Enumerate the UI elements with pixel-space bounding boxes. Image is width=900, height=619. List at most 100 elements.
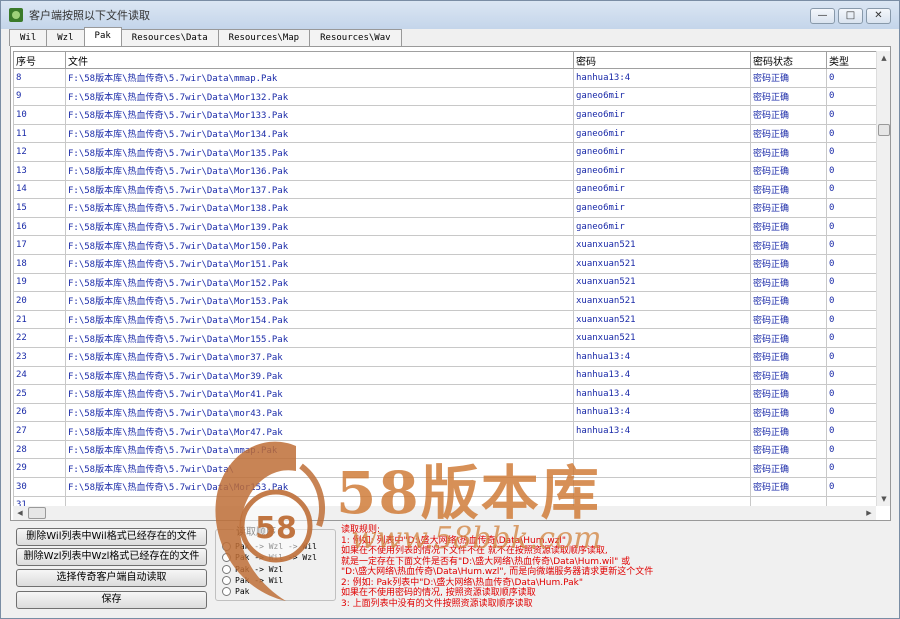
cell-password: hanhua13:4 — [573, 402, 751, 423]
scroll-left-icon[interactable]: ◀ — [13, 506, 27, 520]
table-row[interactable]: 10 F:\58版本库\热血传奇\5.7wir\Data\Mor133.Pak ga… — [13, 105, 876, 125]
cell-password-status: 密码正确 — [750, 365, 827, 386]
hscroll-thumb[interactable] — [28, 507, 46, 519]
tab-pak[interactable]: Pak — [83, 27, 122, 46]
cell-index: 12 — [13, 142, 66, 162]
table-row[interactable]: 9 F:\58版本库\热血传奇\5.7wir\Data\Mor132.Pak gan… — [13, 86, 876, 107]
table-row[interactable]: 21 F:\58版本库\热血传奇\5.7wir\Data\Mor154.Pak xu… — [13, 309, 876, 330]
cell-password-status: 密码正确 — [750, 235, 827, 255]
cell-index: 11 — [13, 123, 66, 144]
table-row[interactable]: 26 F:\58版本库\热血传奇\5.7wir\Data\mor43.Pak han… — [13, 402, 876, 423]
cell-index: 21 — [13, 309, 66, 330]
table-row[interactable]: 31 — [13, 495, 876, 506]
cell-type: 0 — [826, 421, 876, 441]
table-row[interactable]: 11 F:\58版本库\热血传奇\5.7wir\Data\Mor134.Pak ga… — [13, 123, 876, 144]
radio-icon[interactable] — [222, 542, 231, 551]
cell-password — [573, 477, 751, 497]
radio-order-pak-wil[interactable]: Pak -> Wil — [222, 576, 283, 585]
cell-password-status — [750, 495, 827, 506]
scroll-up-icon[interactable]: ▲ — [877, 51, 891, 65]
tab-wil[interactable]: Wil — [9, 29, 48, 46]
radio-icon[interactable] — [222, 565, 231, 574]
scroll-right-icon[interactable]: ▶ — [862, 506, 876, 520]
table-row[interactable]: 16 F:\58版本库\热血传奇\5.7wir\Data\Mor139.Pak ga… — [13, 216, 876, 237]
table-row[interactable]: 13 F:\58版本库\热血传奇\5.7wir\Data\Mor136.Pak ga… — [13, 160, 876, 181]
cell-type: 0 — [826, 198, 876, 218]
minimize-button[interactable]: — — [810, 8, 835, 24]
scroll-thumb[interactable] — [878, 124, 890, 136]
tab-resources-wav[interactable]: Resources\Wav — [309, 29, 402, 46]
radio-order-pak[interactable]: Pak — [222, 587, 249, 596]
cell-file: F:\58版本库\热血传奇\5.7wir\Data\mor37.Pak — [65, 346, 574, 367]
cell-type: 0 — [826, 328, 876, 348]
cell-file: F:\58版本库\热血传奇\5.7wir\Data\Mor153.Pak — [65, 291, 574, 311]
cell-index: 25 — [13, 384, 66, 404]
header-file[interactable]: 文件 — [65, 51, 574, 69]
table-row[interactable]: 12 F:\58版本库\热血传奇\5.7wir\Data\Mor135.Pak ga… — [13, 142, 876, 162]
table-row[interactable]: 27 F:\58版本库\热血传奇\5.7wir\Data\Mor47.Pak han… — [13, 421, 876, 441]
tab-wzl[interactable]: Wzl — [46, 29, 85, 46]
cell-type: 0 — [826, 253, 876, 274]
table-row[interactable]: 15 F:\58版本库\热血传奇\5.7wir\Data\Mor138.Pak ga… — [13, 198, 876, 218]
cell-type: 0 — [826, 68, 876, 88]
cell-file: F:\58版本库\热血传奇\5.7wir\Data\Mor139.Pak — [65, 216, 574, 237]
table-row[interactable]: 14 F:\58版本库\热血传奇\5.7wir\Data\Mor137.Pak ga… — [13, 179, 876, 200]
cell-password-status: 密码正确 — [750, 402, 827, 423]
title-bar: 客户端按照以下文件读取 — □ ✕ — [1, 1, 899, 29]
table-row[interactable]: 18 F:\58版本库\热血传奇\5.7wir\Data\Mor151.Pak xu… — [13, 253, 876, 274]
close-button[interactable]: ✕ — [866, 8, 891, 24]
radio-order-pak-wzl-wil[interactable]: Pak -> Wzl -> Wil — [222, 542, 317, 551]
table-row[interactable]: 25 F:\58版本库\热血传奇\5.7wir\Data\Mor41.Pak han… — [13, 384, 876, 404]
select-client-button[interactable]: 选择传奇客户端自动读取 — [16, 569, 207, 587]
cell-index: 19 — [13, 272, 66, 293]
table-row[interactable]: 23 F:\58版本库\热血传奇\5.7wir\Data\mor37.Pak han… — [13, 346, 876, 367]
delete-wil-button[interactable]: 删除Wil列表中Wil格式已经存在的文件 — [16, 528, 207, 546]
horizontal-scrollbar[interactable]: ◀ ▶ — [13, 506, 876, 520]
table-row[interactable]: 20 F:\58版本库\热血传奇\5.7wir\Data\Mor153.Pak xu… — [13, 291, 876, 311]
vertical-scrollbar[interactable]: ▲ ▼ — [876, 51, 890, 506]
tab-resources-map[interactable]: Resources\Map — [217, 29, 311, 46]
maximize-button[interactable]: □ — [838, 8, 863, 24]
header-index[interactable]: 序号 — [13, 51, 66, 69]
cell-index: 13 — [13, 160, 66, 181]
file-table[interactable]: 序号 文件 密码 密码状态 类型 8 F:\58版本库\热血传奇\5.7wir\D… — [13, 51, 876, 506]
table-row[interactable]: 19 F:\58版本库\热血传奇\5.7wir\Data\Mor152.Pak xu… — [13, 272, 876, 293]
header-password[interactable]: 密码 — [573, 51, 751, 69]
save-button[interactable]: 保存 — [16, 591, 207, 609]
header-password-status[interactable]: 密码状态 — [750, 51, 827, 69]
table-row[interactable]: 29 F:\58版本库\热血传奇\5.7wir\Data\ 密码正确 0 — [13, 458, 876, 479]
cell-index: 30 — [13, 477, 66, 497]
radio-icon[interactable] — [222, 576, 231, 585]
cell-password-status: 密码正确 — [750, 179, 827, 200]
cell-password-status: 密码正确 — [750, 439, 827, 460]
cell-password: hanhua13:4 — [573, 421, 751, 441]
radio-icon[interactable] — [222, 587, 231, 596]
cell-file: F:\58版本库\热血传奇\5.7wir\Data\Mor152.Pak — [65, 272, 574, 293]
delete-wzl-button[interactable]: 删除Wzl列表中Wzl格式已经存在的文件 — [16, 548, 207, 566]
read-rules-notes: 读取规则: 1: 例如: 列表中"D:\盛大网络\热血传奇\Data\Hum.w… — [341, 525, 821, 609]
cell-password-status: 密码正确 — [750, 328, 827, 348]
cell-type: 0 — [826, 384, 876, 404]
table-row[interactable]: 28 F:\58版本库\热血传奇\5.7wir\Data\mmap.Pak 密码正确… — [13, 439, 876, 460]
cell-index: 17 — [13, 235, 66, 255]
cell-file: F:\58版本库\热血传奇\5.7wir\Data\Mor132.Pak — [65, 86, 574, 107]
cell-index: 24 — [13, 365, 66, 386]
file-type-tabs: Wil Wzl Pak Resources\Data Resources\Map… — [9, 27, 402, 46]
scroll-down-icon[interactable]: ▼ — [877, 492, 891, 506]
table-row[interactable]: 30 F:\58版本库\热血传奇\5.7wir\Data\Mor153.Pak 密码… — [13, 477, 876, 497]
cell-type: 0 — [826, 123, 876, 144]
tab-resources-data[interactable]: Resources\Data — [120, 29, 219, 46]
header-type[interactable]: 类型 — [826, 51, 876, 69]
radio-icon[interactable] — [222, 553, 231, 562]
cell-password-status: 密码正确 — [750, 86, 827, 107]
table-row[interactable]: 8 F:\58版本库\热血传奇\5.7wir\Data\mmap.Pak hanhu… — [13, 68, 876, 88]
tab-panel: 序号 文件 密码 密码状态 类型 8 F:\58版本库\热血传奇\5.7wir\D… — [10, 46, 891, 521]
table-row[interactable]: 22 F:\58版本库\热血传奇\5.7wir\Data\Mor155.Pak xu… — [13, 328, 876, 348]
radio-order-pak-wzl[interactable]: Pak -> Wzl — [222, 565, 283, 574]
table-row[interactable]: 17 F:\58版本库\热血传奇\5.7wir\Data\Mor150.Pak xu… — [13, 235, 876, 255]
cell-password: ganeo6mir — [573, 142, 751, 162]
radio-order-pak-wil-wzl[interactable]: Pak -> Wil -> Wzl — [222, 553, 317, 562]
cell-file: F:\58版本库\热血传奇\5.7wir\Data\Mor137.Pak — [65, 179, 574, 200]
cell-type: 0 — [826, 142, 876, 162]
table-row[interactable]: 24 F:\58版本库\热血传奇\5.7wir\Data\Mor39.Pak han… — [13, 365, 876, 386]
